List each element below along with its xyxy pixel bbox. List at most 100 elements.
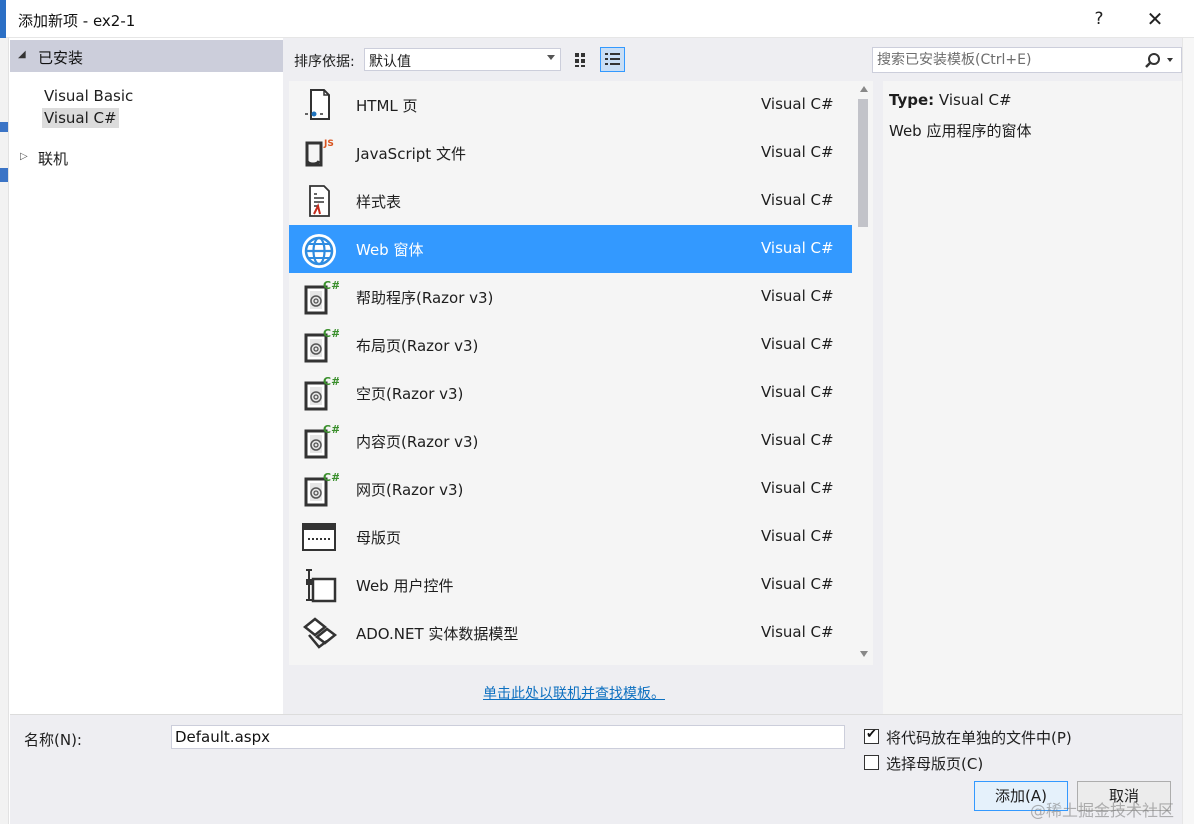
template-list-scrollbar[interactable] xyxy=(855,81,873,665)
list-view-icon xyxy=(605,53,620,65)
list-view-button[interactable] xyxy=(600,47,625,72)
razor-icon: C# xyxy=(299,279,340,315)
svg-text:C#: C# xyxy=(323,375,339,388)
template-name: Web 窗体 xyxy=(356,241,424,259)
master-page-checkbox[interactable] xyxy=(864,755,879,770)
scroll-up-arrow-icon[interactable] xyxy=(860,86,868,92)
entity-model-icon xyxy=(299,615,339,651)
template-name: Web 用户控件 xyxy=(356,577,454,595)
template-search-input[interactable] xyxy=(875,50,1135,70)
name-label: 名称(N): xyxy=(24,731,82,749)
template-language: Visual C# xyxy=(761,479,834,497)
small-icons-view-button[interactable] xyxy=(569,47,594,72)
search-icon[interactable] xyxy=(1143,51,1163,71)
template-language: Visual C# xyxy=(761,95,834,113)
category-tree: ◢ 已安装 Visual Basic Visual C# ▷ 联机 xyxy=(10,38,283,714)
svg-text:C#: C# xyxy=(323,423,339,436)
master-page-label: 选择母版页(C) xyxy=(886,755,984,773)
background-accent xyxy=(0,122,8,132)
javascript-file-icon: JS xyxy=(299,135,339,171)
svg-text:C#: C# xyxy=(323,471,339,484)
background-accent xyxy=(0,168,8,182)
razor-icon: C# xyxy=(299,327,340,363)
template-name: HTML 页 xyxy=(356,97,418,115)
template-name: 内容页(Razor v3) xyxy=(356,433,479,451)
template-row[interactable]: ADO.NET 实体数据模型 Visual C# xyxy=(289,609,852,657)
template-name: 母版页 xyxy=(356,529,402,547)
scroll-thumb[interactable] xyxy=(858,99,868,227)
template-search-box xyxy=(872,47,1182,73)
template-name: 样式表 xyxy=(356,193,402,211)
template-language: Visual C# xyxy=(761,431,834,449)
template-list: HTML 页 Visual C# JS JavaScript 文件 Visual C# 样… xyxy=(289,81,873,665)
template-name: ADO.NET 实体数据模型 xyxy=(356,625,519,643)
template-language: Visual C# xyxy=(761,143,834,161)
template-language: Visual C# xyxy=(761,383,834,401)
template-name: JavaScript 文件 xyxy=(356,145,466,163)
template-row[interactable]: 样式表 Visual C# xyxy=(289,177,852,225)
template-row[interactable]: Web 用户控件 Visual C# xyxy=(289,561,852,609)
template-language: Visual C# xyxy=(761,287,834,305)
tree-node-label: 联机 xyxy=(38,150,69,168)
background-window-edge xyxy=(0,38,9,824)
type-label: Type: xyxy=(889,91,935,109)
sort-value: 默认值 xyxy=(369,54,411,70)
template-row[interactable]: JS JavaScript 文件 Visual C# xyxy=(289,129,852,177)
template-name: 帮助程序(Razor v3) xyxy=(356,289,494,307)
template-language: Visual C# xyxy=(761,527,834,545)
html-page-icon xyxy=(299,87,339,123)
tree-node-installed[interactable]: ◢ 已安装 xyxy=(10,40,283,72)
search-options-chevron-icon[interactable] xyxy=(1167,58,1173,62)
template-language: Visual C# xyxy=(761,239,834,257)
find-templates-online-link[interactable]: 单击此处以联机并查找模板。 xyxy=(483,683,665,703)
watermark: @稀土掘金技术社区 xyxy=(1030,801,1175,820)
template-details-pane: Type: Visual C# Web 应用程序的窗体 xyxy=(883,81,1182,714)
type-value: Visual C# xyxy=(938,91,1012,109)
template-row[interactable]: C# 空页(Razor v3) Visual C# xyxy=(289,369,852,417)
name-field[interactable] xyxy=(171,725,845,749)
template-row[interactable]: C# 布局页(Razor v3) Visual C# xyxy=(289,321,852,369)
chevron-down-icon xyxy=(547,55,555,60)
template-row[interactable]: HTML 页 Visual C# xyxy=(289,81,852,129)
globe-icon xyxy=(299,231,339,268)
template-row[interactable]: C# 网页(Razor v3) Visual C# xyxy=(289,465,852,513)
separate-file-label: 将代码放在单独的文件中(P) xyxy=(886,729,1072,747)
collapsed-triangle-icon: ▷ xyxy=(20,151,28,162)
tree-node-label: 已安装 xyxy=(38,49,84,67)
background-window-edge-right xyxy=(1182,38,1194,824)
template-description: Web 应用程序的窗体 xyxy=(889,122,1032,140)
template-row[interactable]: C# 内容页(Razor v3) Visual C# xyxy=(289,417,852,465)
sort-label: 排序依据: xyxy=(294,54,355,70)
title-bar: 添加新项 - ex2-1 ? ✕ xyxy=(0,0,1194,38)
stylesheet-icon xyxy=(299,183,339,219)
template-name: 空页(Razor v3) xyxy=(356,385,464,403)
checkmark-icon: ✔ xyxy=(866,727,877,742)
add-new-item-window: 添加新项 - ex2-1 ? ✕ ◢ 已安装 Visual Basic Visu… xyxy=(0,0,1194,824)
razor-icon: C# xyxy=(299,375,340,411)
svg-text:C#: C# xyxy=(323,327,339,340)
dialog-body: ◢ 已安装 Visual Basic Visual C# ▷ 联机 排序依据: … xyxy=(10,38,1182,824)
app-edge xyxy=(0,0,6,38)
help-button[interactable]: ? xyxy=(1082,4,1116,34)
template-language: Visual C# xyxy=(761,191,834,209)
template-type: Type: Visual C# xyxy=(889,91,1012,109)
separate-file-checkbox[interactable]: ✔ xyxy=(864,727,879,744)
template-row[interactable]: Web 窗体 Visual C# xyxy=(289,225,852,273)
svg-text:JS: JS xyxy=(323,139,334,149)
expanded-triangle-icon: ◢ xyxy=(18,49,26,60)
grid-view-icon xyxy=(575,53,585,67)
close-button[interactable]: ✕ xyxy=(1138,4,1172,34)
tree-item-visual-basic[interactable]: Visual Basic xyxy=(44,86,133,106)
razor-icon: C# xyxy=(299,471,340,507)
window-title: 添加新项 - ex2-1 xyxy=(18,12,136,30)
sort-dropdown[interactable]: 默认值 xyxy=(364,48,561,71)
tree-item-visual-csharp[interactable]: Visual C# xyxy=(42,108,119,128)
user-control-icon xyxy=(299,567,339,603)
template-language: Visual C# xyxy=(761,575,834,593)
template-row[interactable]: C# 帮助程序(Razor v3) Visual C# xyxy=(289,273,852,321)
master-page-icon xyxy=(299,519,339,555)
razor-icon: C# xyxy=(299,423,340,459)
scroll-down-arrow-icon[interactable] xyxy=(860,651,868,657)
template-row[interactable]: 母版页 Visual C# xyxy=(289,513,852,561)
template-language: Visual C# xyxy=(761,335,834,353)
